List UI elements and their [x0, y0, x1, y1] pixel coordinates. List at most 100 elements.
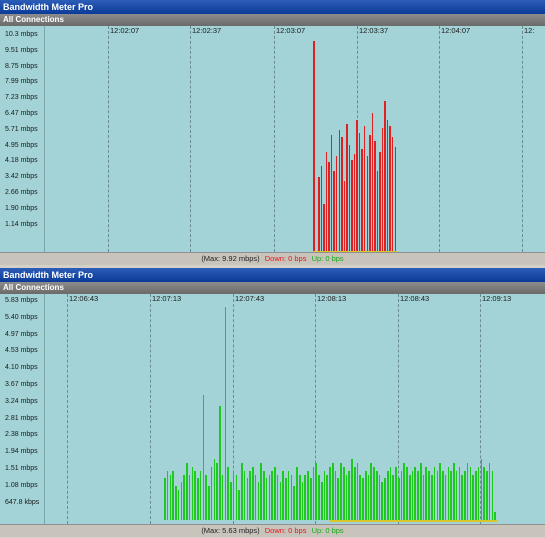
time-gridline — [439, 26, 440, 252]
bandwidth-bar — [408, 474, 411, 520]
bandwidth-bar — [282, 470, 284, 520]
x-tick-label: 12:03:37 — [359, 26, 389, 35]
bandwidth-bar — [219, 406, 221, 520]
bandwidth-bar — [373, 466, 375, 520]
bandwidth-bar — [472, 474, 474, 520]
bandwidth-bar — [333, 170, 335, 251]
bandwidth-bar — [186, 463, 188, 520]
bandwidth-bar — [335, 155, 338, 251]
bandwidth-bar — [425, 466, 428, 520]
bandwidth-bar — [172, 470, 174, 520]
y-tick-label: 2.81 mbps — [5, 414, 38, 422]
down-rate-text: Down: 0 bps — [264, 254, 307, 263]
bandwidth-bar — [205, 474, 207, 520]
x-tick-label: 12:08:13 — [317, 294, 347, 303]
bandwidth-bar — [276, 474, 279, 520]
window-title: Bandwidth Meter Pro — [0, 0, 545, 14]
bandwidth-bar — [419, 463, 422, 520]
bandwidth-bar — [180, 482, 183, 520]
bandwidth-bar — [208, 485, 210, 520]
bandwidth-bar — [406, 466, 408, 520]
bandwidth-bar — [386, 119, 389, 251]
bandwidth-chart: 10.3 mbps 9.51 mbps 8.75 mbps 7.99 mbps 7.23… — [0, 26, 545, 253]
bandwidth-bar — [330, 134, 333, 251]
bandwidth-bar — [397, 478, 400, 520]
bandwidth-bar — [381, 482, 384, 520]
y-tick-label: 1.90 mbps — [5, 204, 38, 212]
bandwidth-bar — [351, 160, 353, 251]
bandwidth-bar — [320, 166, 323, 251]
bandwidth-bar — [400, 470, 403, 520]
bandwidth-bar — [164, 478, 166, 520]
bandwidth-bar — [216, 463, 218, 520]
status-bar: (Max: 5.63 mbps) Down: 0 bps Up: 0 bps — [0, 524, 545, 537]
y-tick-label: 4.18 mbps — [5, 157, 38, 165]
bandwidth-bar — [166, 470, 169, 520]
up-rate-text: Up: 0 bps — [311, 526, 344, 535]
connections-header[interactable]: All Connections — [0, 282, 545, 294]
bandwidth-bar — [389, 126, 391, 251]
bandwidth-bar — [238, 489, 240, 520]
bandwidth-bar — [290, 474, 293, 520]
bandwidth-bar — [328, 162, 330, 251]
bandwidth-bar — [188, 474, 191, 520]
bandwidth-bar — [210, 466, 213, 520]
bandwidth-bar — [417, 470, 419, 520]
connections-header[interactable]: All Connections — [0, 14, 545, 26]
bandwidth-bar — [358, 132, 361, 251]
x-tick-label: 12:04:07 — [441, 26, 471, 35]
bandwidth-bar — [320, 482, 323, 520]
bandwidth-bar — [469, 466, 472, 520]
bandwidth-bar — [348, 470, 351, 520]
bandwidth-bar — [287, 470, 290, 520]
x-tick-label: 12:07:13 — [152, 294, 182, 303]
y-tick-label: 3.42 mbps — [5, 173, 38, 181]
bandwidth-bar — [323, 470, 326, 520]
y-tick-label: 4.95 mbps — [5, 141, 38, 149]
x-tick-label: 12: — [524, 26, 535, 35]
bandwidth-bar — [263, 470, 265, 520]
bandwidth-bar — [345, 474, 348, 520]
time-gridline — [108, 26, 109, 252]
bandwidth-bar — [378, 474, 381, 520]
bandwidth-bar — [307, 470, 309, 520]
bandwidth-bar — [177, 489, 180, 520]
bandwidth-bar — [453, 463, 455, 520]
bandwidth-bar — [346, 124, 348, 251]
bandwidth-bar — [494, 512, 496, 520]
y-axis-labels: 10.3 mbps 9.51 mbps 8.75 mbps 7.99 mbps 7.23… — [0, 26, 45, 252]
bandwidth-bar — [252, 466, 254, 520]
y-tick-label: 647.8 kbps — [5, 498, 40, 506]
bandwidth-bar — [384, 100, 386, 251]
bandwidth-bar — [309, 478, 312, 520]
max-rate-text: (Max: 9.92 mbps) — [201, 254, 260, 263]
bandwidth-panel-top: Bandwidth Meter Pro All Connections 10.3… — [0, 0, 545, 266]
bandwidth-bar — [394, 147, 397, 251]
bandwidth-chart: 5.83 mbps 5.40 mbps 4.97 mbps 4.53 mbps 4.10… — [0, 294, 545, 524]
y-tick-label: 1.94 mbps — [5, 448, 38, 456]
bandwidth-bar — [353, 466, 356, 520]
bandwidth-bar — [384, 478, 386, 520]
bandwidth-bar — [364, 470, 367, 520]
bandwidth-bar — [260, 463, 262, 520]
bandwidth-bar — [175, 485, 177, 520]
x-tick-label: 12:02:37 — [192, 26, 222, 35]
time-gridline — [67, 294, 68, 524]
bandwidth-bar — [279, 482, 282, 520]
y-tick-label: 1.51 mbps — [5, 465, 38, 472]
bandwidth-bar — [318, 176, 320, 251]
bandwidth-bar — [447, 466, 450, 520]
bandwidth-bar — [353, 153, 356, 251]
bandwidth-bar — [298, 474, 301, 520]
bandwidth-bar — [271, 470, 273, 520]
x-tick-label: 12:09:13 — [482, 294, 512, 303]
bandwidth-bar — [374, 140, 376, 251]
bandwidth-bar — [389, 466, 392, 520]
bandwidth-bar — [304, 474, 307, 520]
y-tick-label: 1.14 mbps — [5, 220, 38, 228]
bandwidth-bar — [491, 470, 494, 520]
bandwidth-bar — [464, 470, 466, 520]
bandwidth-bar — [249, 470, 251, 520]
y-tick-label: 10.3 mbps — [5, 31, 38, 38]
y-tick-label: 3.67 mbps — [5, 381, 38, 388]
